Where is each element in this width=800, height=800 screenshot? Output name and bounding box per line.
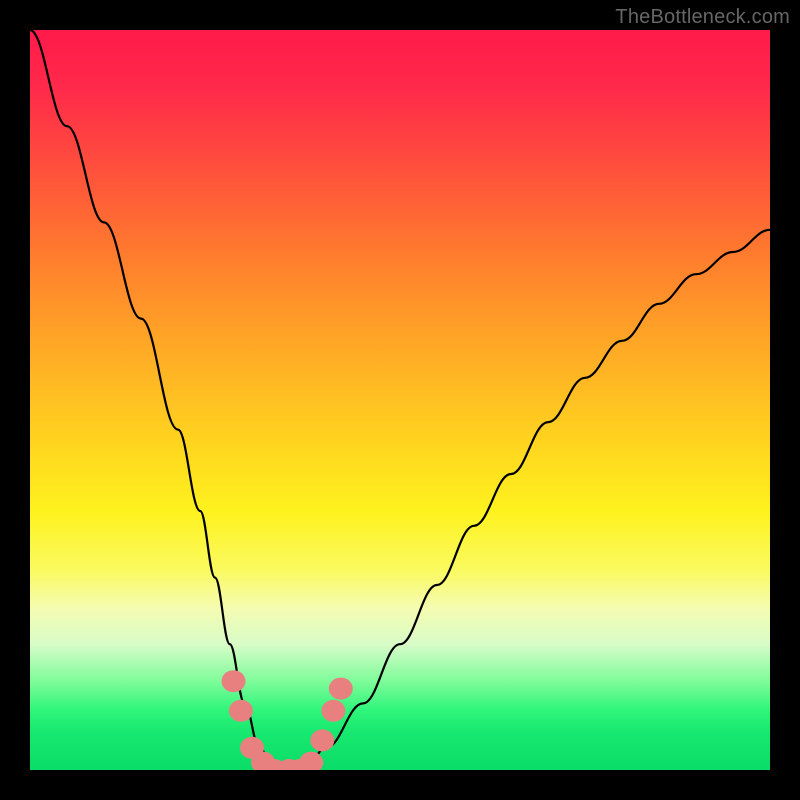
marker-group <box>222 670 353 770</box>
marker-blob-0 <box>222 670 246 692</box>
marker-blob-10 <box>329 678 353 700</box>
bottleneck-curve <box>30 30 770 770</box>
chart-plot-area <box>30 30 770 770</box>
marker-blob-8 <box>310 729 334 751</box>
marker-blob-1 <box>229 700 253 722</box>
chart-svg <box>30 30 770 770</box>
watermark-text: TheBottleneck.com <box>615 6 790 29</box>
marker-blob-9 <box>321 700 345 722</box>
marker-blob-7 <box>299 752 323 770</box>
